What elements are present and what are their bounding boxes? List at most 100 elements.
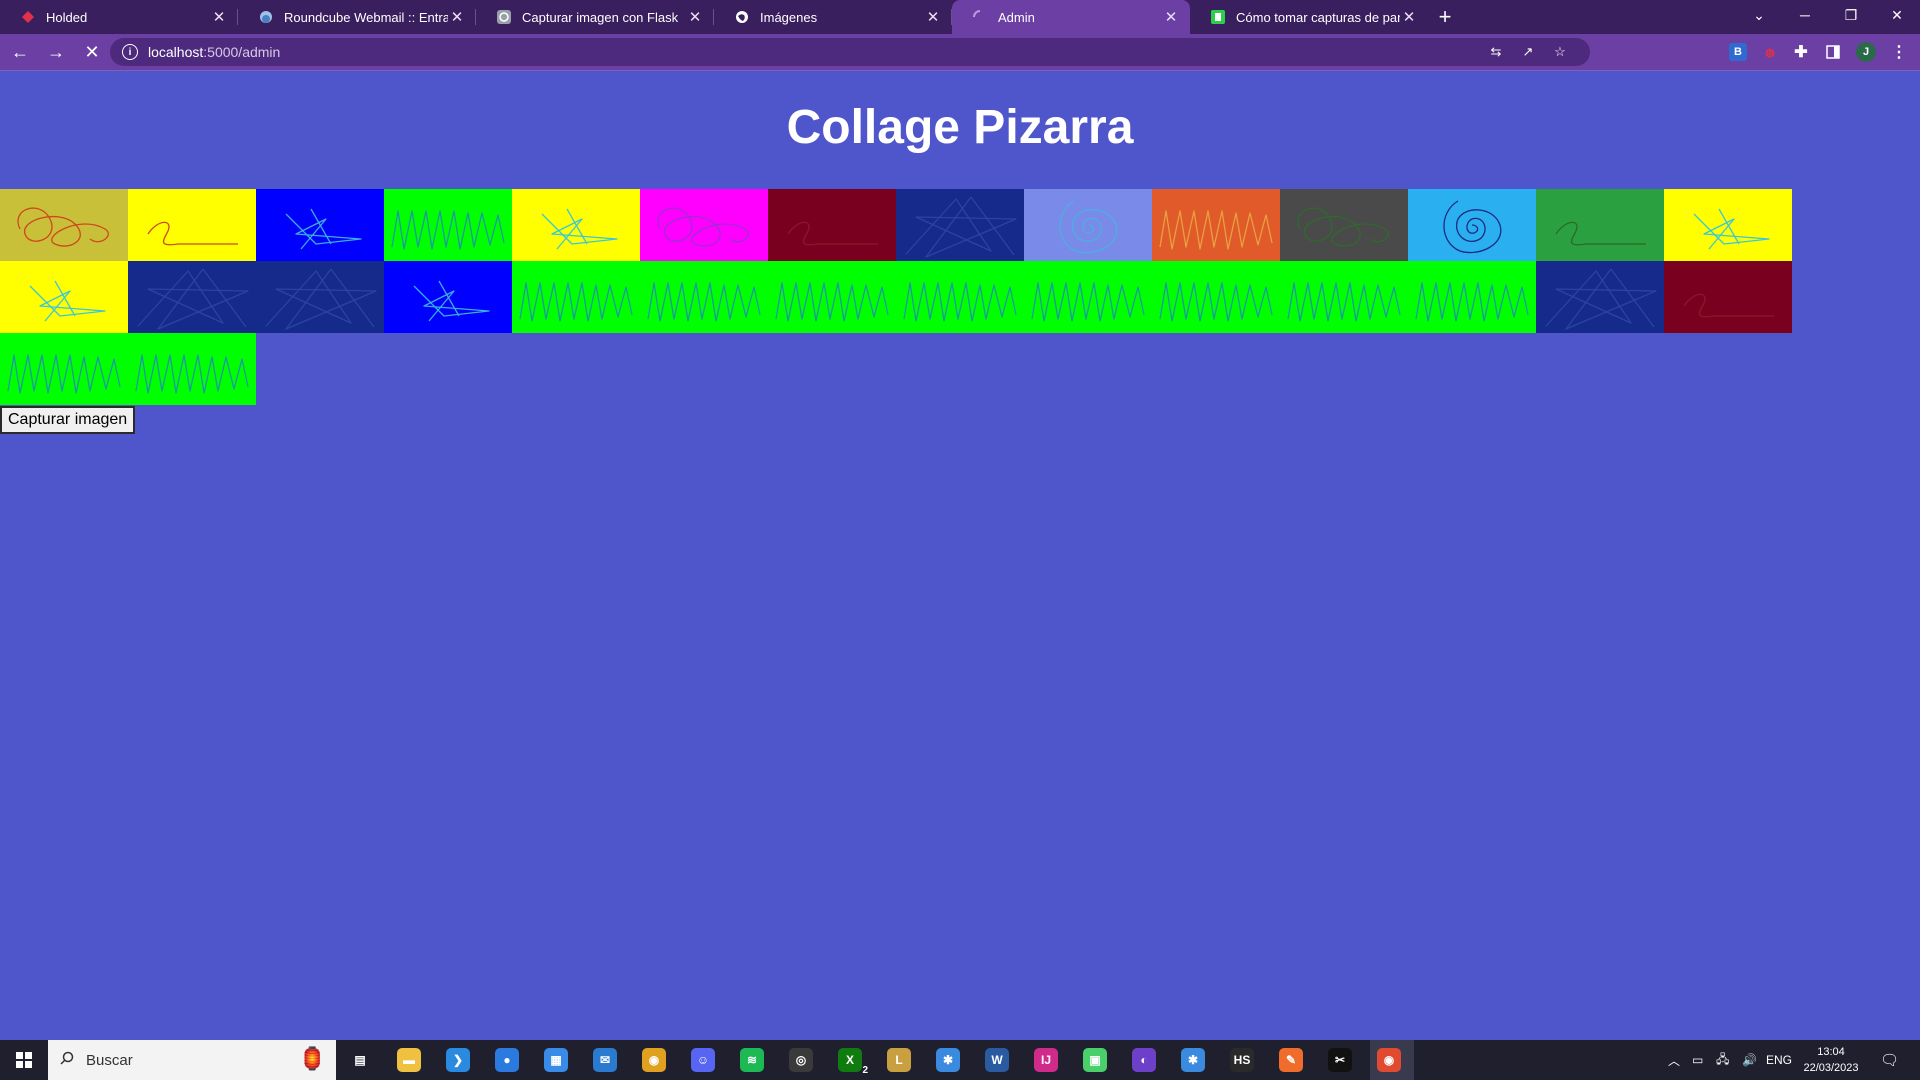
spotify-icon[interactable]: ≋ (740, 1048, 764, 1072)
collage-tile (128, 333, 256, 405)
collage-tile (0, 333, 128, 405)
file-explorer-icon[interactable]: ▬ (397, 1048, 421, 1072)
windows-start-icon[interactable] (0, 1040, 48, 1080)
bookmark-star-icon[interactable]: ☆ (1552, 44, 1568, 60)
tray-chevron-icon[interactable]: ︿ (1668, 1040, 1680, 1080)
openai-icon (496, 9, 512, 25)
network-icon[interactable]: 🖧 (1716, 1040, 1729, 1080)
xbox-icon[interactable]: X2 (838, 1048, 868, 1076)
language-indicator[interactable]: ENG (1766, 1040, 1792, 1080)
drawing-scribble (29, 280, 106, 322)
drawing-scribble (1555, 221, 1646, 246)
drawing-scribble (1683, 293, 1774, 318)
notifications-icon[interactable]: 🗨 (1880, 1040, 1899, 1080)
collage-tile (1152, 189, 1280, 261)
extensions-puzzle-icon[interactable]: ✚ (1792, 43, 1810, 61)
windows-taskbar: Buscar 🏮 ▤ ▬ ❯ ● ▦ ✉ ◉ ☺ ≋ ◎ X 2 L ✱ W IJ ▣ ◐ ✱ HS ✎ ✂ ◉ ︿ ▭ 🖧… (0, 1040, 1920, 1080)
capcut-icon[interactable]: ✂ (1328, 1048, 1352, 1072)
league-icon[interactable]: L (887, 1048, 911, 1072)
menu-kebab-icon[interactable]: ⋮ (1890, 43, 1908, 61)
tab-title: Imágenes (760, 9, 818, 25)
collage-tile (512, 261, 640, 333)
vscode-icon[interactable]: ❯ (446, 1048, 470, 1072)
share-icon[interactable]: ↗ (1520, 44, 1536, 60)
address-bar[interactable]: i localhost:5000/admin ⇆ ↗ ☆ (110, 38, 1590, 66)
store-icon[interactable]: ▦ (544, 1048, 568, 1072)
tab-imagenes[interactable]: Imágenes ✕ (714, 0, 952, 34)
taskbar-search-input[interactable]: Buscar 🏮 (48, 1040, 336, 1080)
drawing-scribble (903, 282, 1017, 322)
tab-capturas[interactable]: Cómo tomar capturas de pantalla ✕ (1190, 0, 1428, 34)
close-icon[interactable]: ✕ (448, 8, 466, 26)
obs-icon[interactable]: ◎ (789, 1048, 813, 1072)
close-icon[interactable]: ✕ (210, 8, 228, 26)
collage-tile (0, 261, 128, 333)
volume-icon[interactable]: 🔊 (1742, 1040, 1757, 1080)
toolbar-divider (0, 70, 1920, 71)
meet-now-icon[interactable]: ▭ (1692, 1040, 1703, 1080)
github-icon[interactable]: ◐ (1132, 1048, 1156, 1072)
stop-loading-button[interactable]: ✕ (76, 36, 108, 68)
collage-tile (1280, 189, 1408, 261)
task-view-icon[interactable]: ▤ (348, 1048, 372, 1072)
drawing-scribble (1159, 282, 1273, 322)
collage-tile (1024, 261, 1152, 333)
tab-capturar-flask[interactable]: Capturar imagen con Flask ✕ (476, 0, 714, 34)
drawing-scribble (413, 280, 490, 322)
postman-icon[interactable]: ✎ (1279, 1048, 1303, 1072)
side-panel-icon[interactable] (1824, 43, 1842, 61)
extension-b-icon[interactable]: B (1729, 43, 1747, 61)
back-button[interactable]: ← (4, 36, 36, 68)
tab-title: Capturar imagen con Flask (522, 9, 679, 25)
drawing-scribble (391, 210, 505, 250)
close-window-button[interactable]: ✕ (1874, 0, 1920, 30)
word-icon[interactable]: W (985, 1048, 1009, 1072)
minimize-button[interactable]: ─ (1782, 0, 1828, 30)
drawing-scribble (905, 196, 1017, 258)
close-icon[interactable]: ✕ (1162, 8, 1180, 26)
tab-holded[interactable]: Holded ✕ (0, 0, 238, 34)
mail-icon[interactable]: ✉ (593, 1048, 617, 1072)
lantern-illustration-icon: 🏮 (298, 1046, 326, 1071)
url-host: localhost (148, 44, 204, 60)
tab-roundcube[interactable]: Roundcube Webmail :: Entrada ✕ (238, 0, 476, 34)
collage-tile (1280, 261, 1408, 333)
translate-icon[interactable]: ⇆ (1488, 44, 1504, 60)
capture-image-button[interactable]: Capturar imagen (0, 406, 136, 434)
collage-tile (512, 189, 640, 261)
forward-button[interactable]: → (40, 36, 72, 68)
intellij-icon[interactable]: IJ (1034, 1048, 1058, 1072)
hs-icon[interactable]: HS (1230, 1048, 1254, 1072)
close-icon[interactable]: ✕ (686, 8, 704, 26)
clock[interactable]: 13:04 22/03/2023 (1795, 1044, 1867, 1076)
drawing-scribble (647, 282, 761, 322)
chat-app-icon[interactable]: ▣ (1083, 1048, 1107, 1072)
site-info-icon[interactable]: i (122, 44, 138, 60)
app-icon[interactable]: ✱ (936, 1048, 960, 1072)
tab-search-icon[interactable]: ⌄ (1736, 0, 1782, 30)
collage-tile (768, 189, 896, 261)
drawing-scribble (1297, 207, 1389, 247)
maps-icon[interactable]: ● (495, 1048, 519, 1072)
new-tab-button[interactable]: + (1428, 0, 1462, 34)
search-placeholder: Buscar (86, 1051, 133, 1069)
drawing-scribble (1159, 210, 1273, 250)
drawing-scribble (1443, 200, 1502, 254)
tab-admin[interactable]: Admin ✕ (952, 0, 1190, 34)
drawing-scribble (265, 268, 377, 330)
tab-title: Roundcube Webmail :: Entrada (284, 9, 448, 25)
chrome-active-icon[interactable]: ◉ (1377, 1048, 1401, 1072)
extension-shield-icon[interactable]: ◍ (1761, 43, 1779, 61)
profile-avatar[interactable]: J (1856, 42, 1876, 62)
close-icon[interactable]: ✕ (1400, 8, 1418, 26)
restore-button[interactable]: ❐ (1828, 0, 1874, 30)
drawing-scribble (7, 354, 121, 394)
discord-icon[interactable]: ☺ (691, 1048, 715, 1072)
app-icon[interactable]: ✱ (1181, 1048, 1205, 1072)
notification-badge: 2 (862, 1065, 868, 1076)
collage-tile (1664, 261, 1792, 333)
chrome-icon[interactable]: ◉ (642, 1048, 666, 1072)
loading-icon (972, 9, 988, 25)
drawing-scribble (1693, 208, 1770, 250)
close-icon[interactable]: ✕ (924, 8, 942, 26)
